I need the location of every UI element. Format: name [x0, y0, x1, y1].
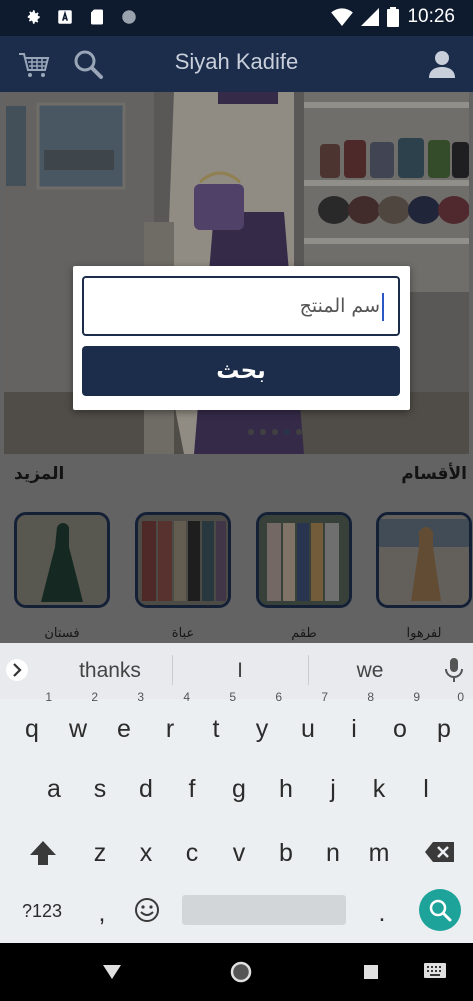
app-title: Siyah Kadife [174, 49, 299, 74]
suggestion-3[interactable]: we [310, 659, 430, 683]
key-p[interactable]: 0p [422, 691, 466, 755]
settings-icon [27, 10, 40, 24]
expand-suggestions-icon[interactable] [6, 659, 28, 681]
key-u[interactable]: 7u [286, 691, 330, 755]
battery-icon [387, 7, 400, 27]
key-m[interactable]: m [357, 827, 401, 879]
search-button[interactable]: بحث [82, 346, 400, 396]
recents-icon[interactable] [364, 965, 378, 979]
key-h[interactable]: h [264, 763, 308, 815]
back-icon[interactable] [103, 965, 121, 979]
keyboard-switch-icon[interactable] [424, 963, 446, 981]
status-time: 10:26 [407, 6, 455, 27]
signal-icon [361, 8, 380, 26]
key-q[interactable]: 1q [10, 691, 54, 755]
key-d[interactable]: d [124, 763, 168, 815]
status-bar: 10:26 [0, 0, 473, 36]
key-o[interactable]: 9o [378, 691, 422, 755]
key-r[interactable]: 4r [148, 691, 192, 755]
key-g[interactable]: g [217, 763, 261, 815]
a-notification-icon [58, 10, 72, 24]
home-icon[interactable] [230, 961, 252, 983]
spacebar[interactable] [182, 895, 346, 925]
search-icon [429, 899, 452, 922]
microphone-icon[interactable] [444, 657, 464, 683]
account-icon[interactable] [424, 46, 460, 82]
symbols-key[interactable]: ?123 [20, 885, 64, 937]
suggestion-divider [308, 655, 309, 685]
soft-keyboard: thanks I we 1q 2w 3e 4r 5t 6y 7u 8i 9o 0… [0, 643, 473, 943]
key-y[interactable]: 6y [240, 691, 284, 755]
key-w[interactable]: 2w [56, 691, 100, 755]
key-j[interactable]: j [311, 763, 355, 815]
search-submit-key[interactable] [419, 889, 461, 931]
key-c[interactable]: c [170, 827, 214, 879]
key-t[interactable]: 5t [194, 691, 238, 755]
wifi-icon [331, 8, 354, 26]
key-z[interactable]: z [78, 827, 122, 879]
key-n[interactable]: n [311, 827, 355, 879]
sd-card-icon [91, 9, 103, 25]
suggestion-divider [172, 655, 173, 685]
key-v[interactable]: v [217, 827, 261, 879]
key-b[interactable]: b [264, 827, 308, 879]
key-s[interactable]: s [78, 763, 122, 815]
app-bar: Siyah Kadife [0, 36, 473, 92]
period-key[interactable]: . [360, 887, 404, 939]
key-l[interactable]: l [404, 763, 448, 815]
suggestion-bar: thanks I we [0, 643, 473, 699]
key-f[interactable]: f [170, 763, 214, 815]
circle-icon [122, 10, 136, 24]
search-input[interactable]: سم المنتج [82, 276, 400, 336]
emoji-icon[interactable] [134, 897, 160, 923]
shift-icon[interactable] [28, 839, 58, 867]
key-a[interactable]: a [32, 763, 76, 815]
comma-key[interactable]: , [80, 887, 124, 939]
key-k[interactable]: k [357, 763, 401, 815]
search-placeholder: سم المنتج [299, 295, 380, 317]
system-nav-bar [0, 943, 473, 1001]
key-x[interactable]: x [124, 827, 168, 879]
text-caret [382, 292, 384, 321]
suggestion-2[interactable]: I [180, 659, 300, 683]
key-e[interactable]: 3e [102, 691, 146, 755]
search-dialog: سم المنتج بحث [73, 266, 410, 410]
backspace-icon[interactable] [424, 841, 456, 863]
suggestion-1[interactable]: thanks [50, 659, 170, 683]
key-i[interactable]: 8i [332, 691, 376, 755]
